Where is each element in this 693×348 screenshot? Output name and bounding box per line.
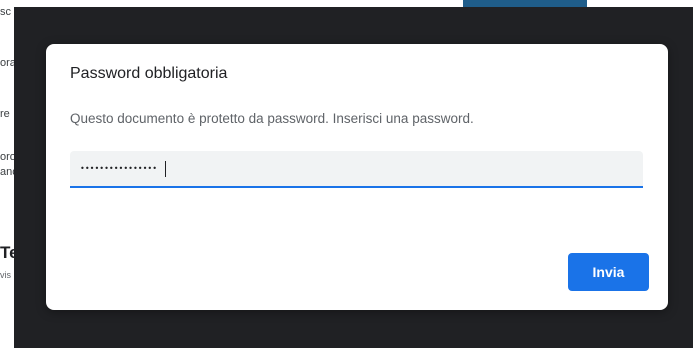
background-text-fragment: ora <box>0 57 14 69</box>
dialog-description: Questo documento è protetto da password.… <box>70 111 474 126</box>
background-text-fragment: anc <box>0 166 14 178</box>
background-text-fragment: re <box>0 108 10 120</box>
background-small-text-fragment: vis <box>0 270 11 280</box>
password-input[interactable] <box>70 151 643 188</box>
background-text-fragment: sc <box>0 6 11 18</box>
background-text-fragment: oro <box>0 151 14 163</box>
submit-button[interactable]: Invia <box>568 253 649 291</box>
text-caret <box>165 161 166 177</box>
password-dialog: Password obbligatoria Questo documento è… <box>46 44 668 310</box>
dialog-title: Password obbligatoria <box>70 65 228 82</box>
background-heading-fragment: Te <box>0 243 14 262</box>
